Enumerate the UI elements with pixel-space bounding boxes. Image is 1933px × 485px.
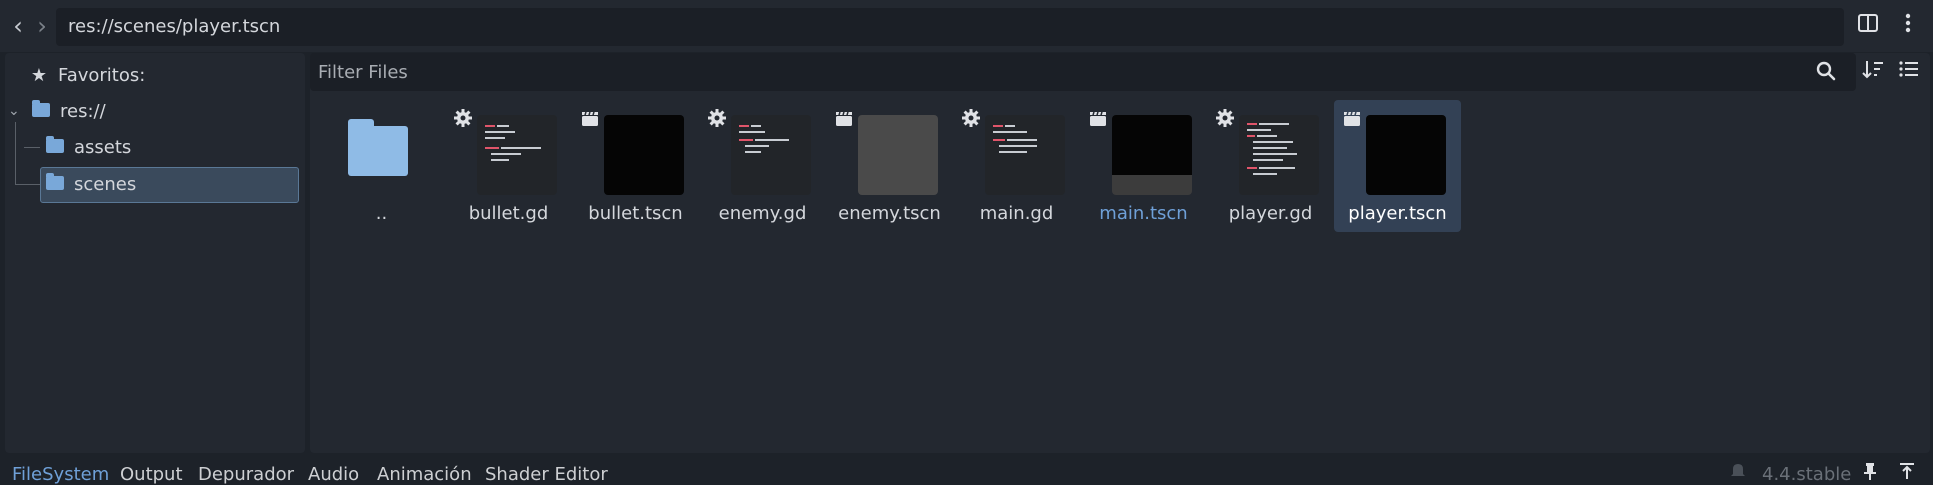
script-thumbnail	[1239, 115, 1319, 195]
file-grid: .. bullet.gd bullet.tscn enemy.gd enemy.…	[318, 100, 1928, 450]
scene-thumbnail	[604, 115, 684, 195]
tab-shader-editor[interactable]: Shader Editor	[485, 464, 608, 485]
split-view-icon[interactable]	[1852, 12, 1884, 42]
file-item-enemy-gd[interactable]: enemy.gd	[699, 100, 826, 232]
tree-item-label: assets	[74, 136, 132, 158]
tree-item-scenes[interactable]: scenes	[44, 167, 136, 201]
file-label: enemy.tscn	[838, 203, 941, 224]
tree-item-label: res://	[60, 100, 106, 122]
scene-thumbnail	[1112, 115, 1192, 195]
chevron-left-icon[interactable]: ‹	[6, 12, 30, 40]
file-label: enemy.gd	[718, 203, 807, 224]
file-item-main-gd[interactable]: main.gd	[953, 100, 1080, 232]
file-item-bullet-tscn[interactable]: bullet.tscn	[572, 100, 699, 232]
folder-icon	[46, 135, 64, 153]
notification-icon[interactable]	[1730, 462, 1746, 485]
bottom-dock: FileSystem Output Depurador Audio Animac…	[0, 460, 1933, 485]
tree-item-root[interactable]: res://	[30, 94, 106, 128]
favorites-row[interactable]: ★ Favoritos:	[28, 58, 145, 92]
file-label: main.tscn	[1099, 203, 1188, 224]
file-label: main.gd	[979, 203, 1054, 224]
file-item-player-gd[interactable]: player.gd	[1207, 100, 1334, 232]
clapperboard-icon	[582, 111, 598, 126]
gear-icon	[454, 109, 472, 127]
folder-icon	[32, 99, 50, 117]
file-item-player-tscn[interactable]: player.tscn	[1334, 100, 1461, 232]
search-icon	[1815, 60, 1839, 84]
gear-icon	[1216, 109, 1234, 127]
favorites-label: Favoritos:	[58, 64, 146, 86]
tree-guide	[24, 147, 40, 148]
kebab-menu-icon[interactable]	[1892, 12, 1924, 42]
tab-animation[interactable]: Animación	[377, 464, 472, 485]
clapperboard-icon	[1090, 111, 1106, 126]
folder-icon	[348, 119, 408, 176]
expand-panel-icon[interactable]	[1898, 462, 1916, 485]
scene-thumbnail	[1366, 115, 1446, 195]
filter-input[interactable]	[318, 59, 1798, 85]
file-label: player.tscn	[1348, 203, 1447, 224]
file-label: bullet.tscn	[588, 203, 683, 224]
script-thumbnail	[477, 115, 557, 195]
file-item-main-tscn[interactable]: main.tscn	[1080, 100, 1207, 232]
clapperboard-icon	[1344, 111, 1360, 126]
tree-guide	[15, 184, 40, 185]
path-text: res://scenes/player.tscn	[68, 16, 281, 37]
filter-field	[310, 53, 1856, 91]
list-view-icon[interactable]	[1894, 58, 1924, 88]
version-label: 4.4.stable	[1762, 464, 1852, 485]
star-icon: ★	[30, 64, 48, 86]
tree-item-label: scenes	[74, 173, 137, 195]
file-item-enemy-tscn[interactable]: enemy.tscn	[826, 100, 953, 232]
gear-icon	[962, 109, 980, 127]
gear-icon	[708, 109, 726, 127]
tab-filesystem[interactable]: FileSystem	[12, 464, 109, 485]
script-thumbnail	[731, 115, 811, 195]
clapperboard-icon	[836, 111, 852, 126]
file-item-bullet-gd[interactable]: bullet.gd	[445, 100, 572, 232]
file-label: ..	[375, 203, 388, 224]
file-label: player.gd	[1228, 203, 1313, 224]
tab-debugger[interactable]: Depurador	[198, 464, 294, 485]
path-input[interactable]: res://scenes/player.tscn	[56, 8, 1844, 46]
sort-icon[interactable]	[1858, 58, 1888, 88]
pin-icon[interactable]	[1862, 462, 1878, 485]
script-thumbnail	[985, 115, 1065, 195]
scene-thumbnail	[858, 115, 938, 195]
file-label: bullet.gd	[468, 203, 549, 224]
chevron-right-icon[interactable]: ›	[30, 12, 54, 40]
tab-output[interactable]: Output	[120, 464, 183, 485]
chevron-down-icon[interactable]: ⌄	[8, 103, 20, 119]
tab-audio[interactable]: Audio	[308, 464, 359, 485]
folder-icon	[46, 172, 64, 190]
tree-guide	[15, 122, 16, 184]
tree-item-assets[interactable]: assets	[44, 130, 131, 164]
path-bar: ‹ › res://scenes/player.tscn	[0, 0, 1933, 52]
file-item-parent[interactable]: ..	[318, 100, 445, 232]
